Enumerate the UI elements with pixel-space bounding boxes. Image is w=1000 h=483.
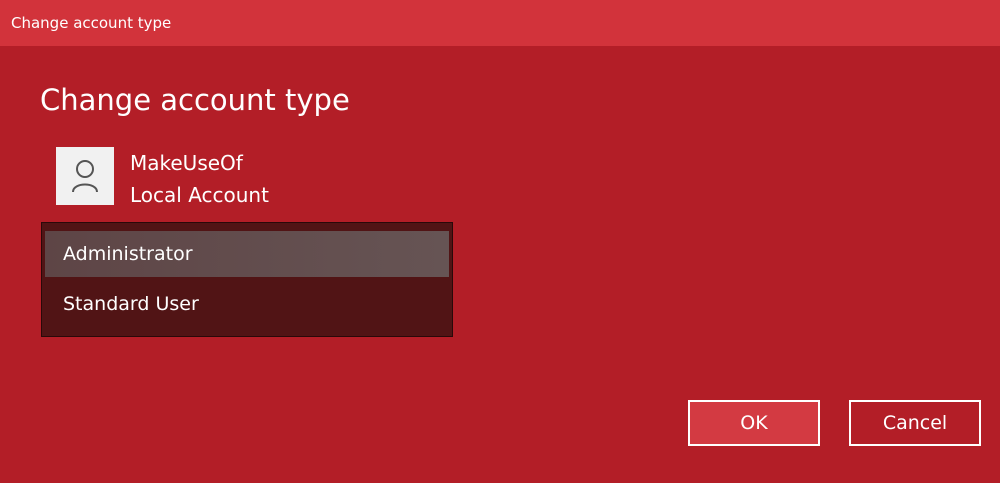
account-info: MakeUseOf Local Account [56,147,269,211]
ok-button[interactable]: OK [688,400,820,446]
title-bar: Change account type [0,0,1000,46]
user-icon [56,147,114,205]
account-text: MakeUseOf Local Account [130,147,269,211]
account-type-list[interactable]: Administrator Standard User [41,222,453,337]
dialog-heading: Change account type [40,83,350,117]
user-icon-glyph [72,160,98,193]
option-label: Administrator [63,243,193,265]
window-title: Change account type [11,14,172,32]
account-kind: Local Account [130,183,269,207]
option-administrator[interactable]: Administrator [45,231,449,277]
change-account-type-dialog: Change account type MakeUseOf Local Acco… [0,46,1000,483]
account-name: MakeUseOf [130,151,243,175]
option-standard-user[interactable]: Standard User [45,281,449,327]
cancel-button[interactable]: Cancel [849,400,981,446]
option-label: Standard User [63,293,199,315]
